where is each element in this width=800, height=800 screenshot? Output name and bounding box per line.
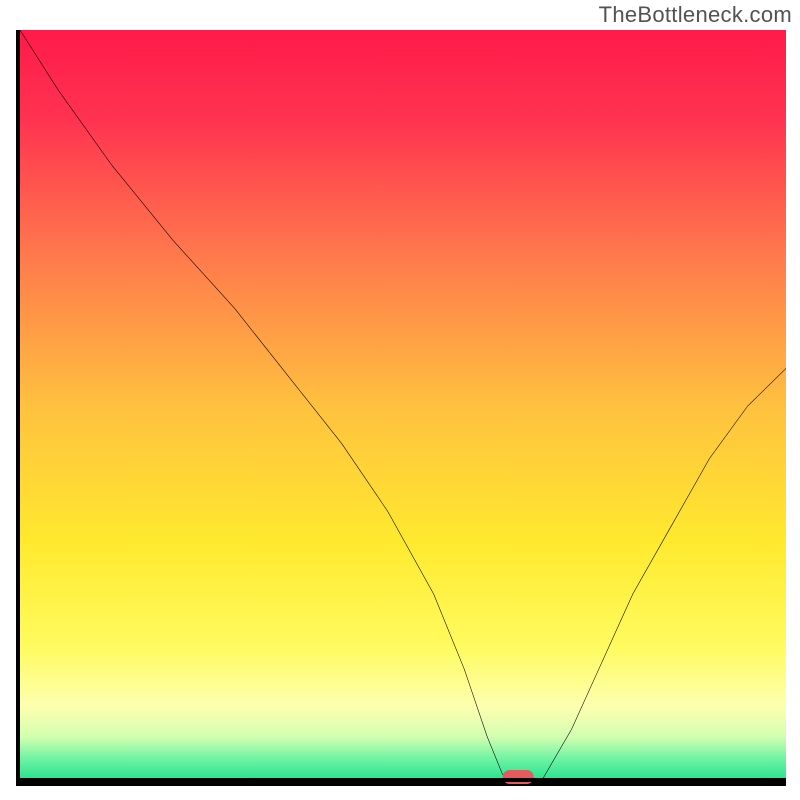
plot-area xyxy=(16,30,786,786)
x-axis xyxy=(20,778,786,782)
bottleneck-curve xyxy=(20,30,786,782)
attribution-text: TheBottleneck.com xyxy=(599,2,792,28)
chart-page: TheBottleneck.com xyxy=(0,0,800,800)
